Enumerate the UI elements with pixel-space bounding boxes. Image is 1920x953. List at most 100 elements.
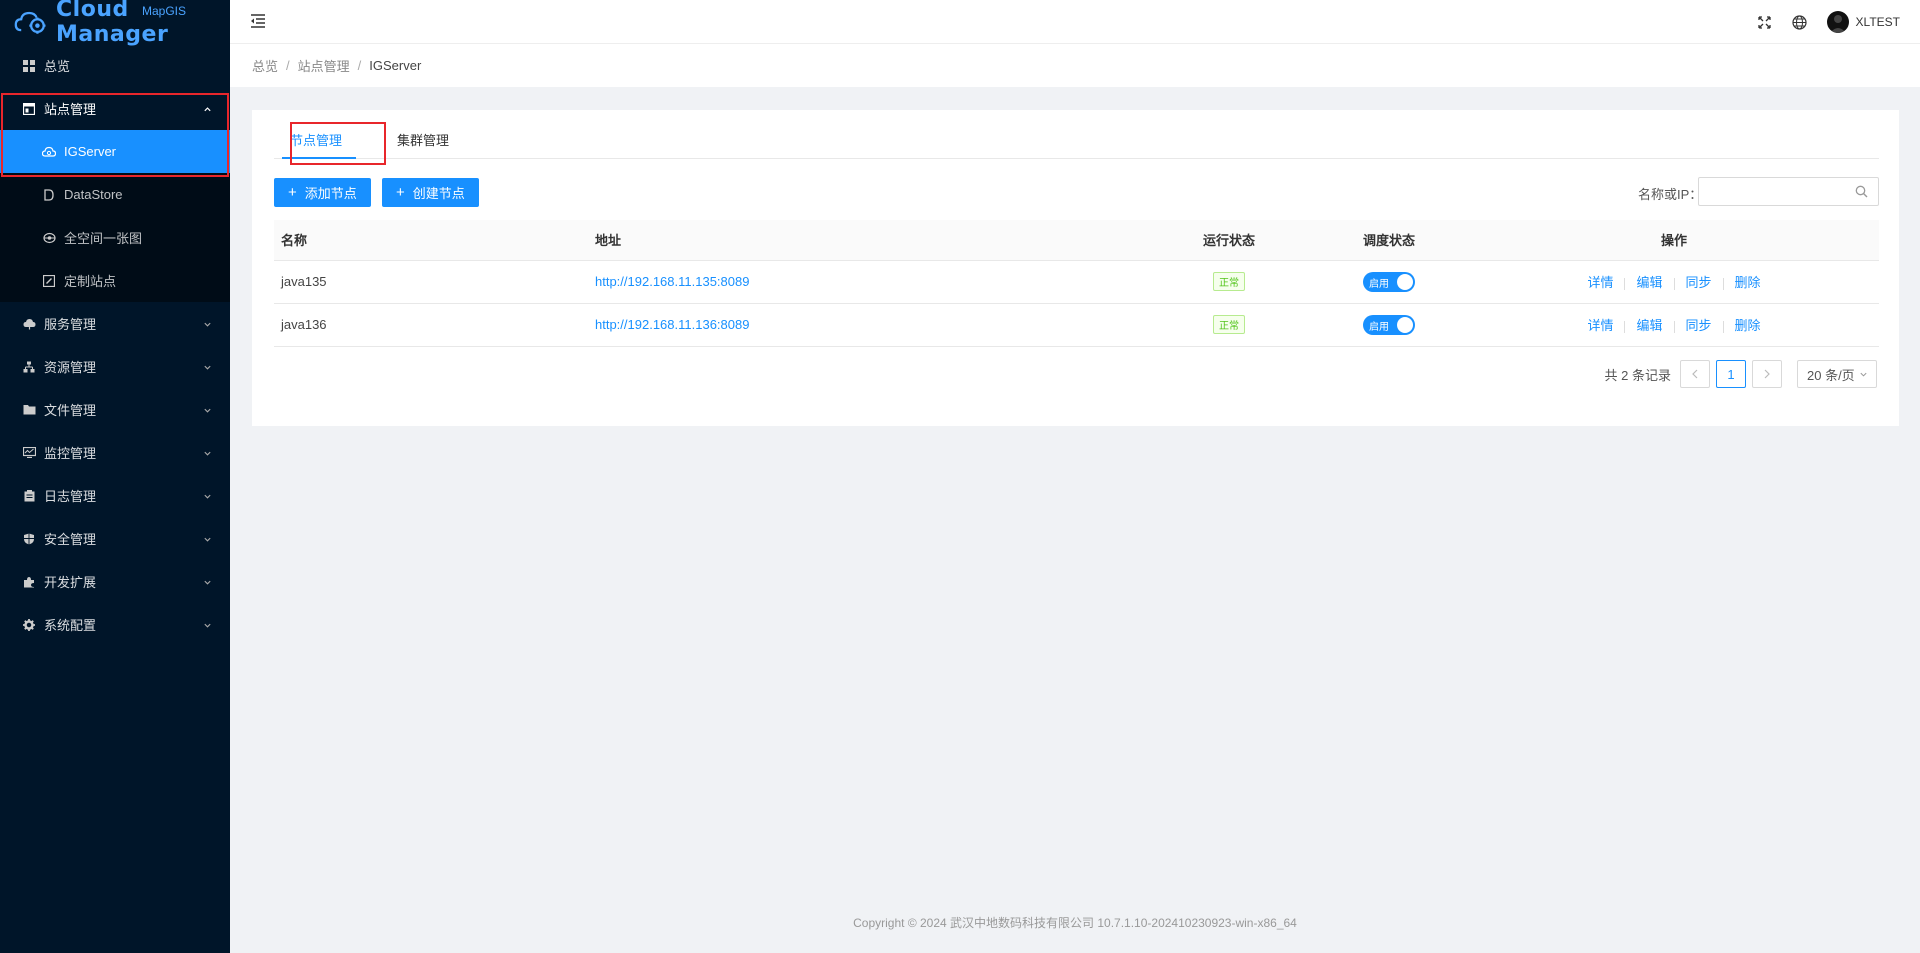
sidebar-item-resource-management[interactable]: 资源管理 [0, 345, 230, 388]
cloud-server-icon [42, 145, 56, 159]
sidebar-item-label: 资源管理 [44, 360, 97, 375]
chevron-down-icon [204, 365, 211, 370]
plus-icon: + [288, 184, 297, 201]
cell-name: java136 [274, 303, 595, 347]
action-divider [1624, 320, 1626, 333]
log-icon [22, 489, 36, 503]
shield-icon [22, 532, 36, 546]
action-divider [1673, 277, 1675, 290]
page-size-value: 20 条/页 [1807, 367, 1855, 383]
globe-icon [42, 231, 56, 245]
sidebar-item-system-config[interactable]: 系统配置 [0, 603, 230, 646]
detail-link[interactable]: 详情 [1587, 275, 1613, 290]
custom-site-icon [42, 274, 56, 288]
chevron-down-icon [204, 451, 211, 456]
page-number-button[interactable]: 1 [1716, 360, 1746, 388]
header-actions: XLTEST [1757, 0, 1900, 44]
sidebar-item-monitor-management[interactable]: 监控管理 [0, 431, 230, 474]
prev-page-button[interactable] [1680, 360, 1710, 388]
status-badge: 正常 [1213, 315, 1245, 334]
fullscreen-icon[interactable] [1757, 14, 1773, 30]
search-icon[interactable] [1855, 185, 1868, 198]
chevron-down-icon [204, 537, 211, 542]
add-node-button[interactable]: + 添加节点 [274, 178, 371, 207]
search-label: 名称或IP： [1638, 187, 1703, 202]
search-input[interactable] [1699, 178, 1849, 205]
datastore-icon [42, 188, 56, 202]
action-divider [1673, 320, 1675, 333]
sync-link[interactable]: 同步 [1686, 318, 1712, 333]
gear-icon [22, 618, 36, 632]
detail-link[interactable]: 详情 [1587, 318, 1613, 333]
menu-collapse-icon[interactable] [250, 14, 266, 28]
logo-brand: MapGIS [142, 4, 187, 18]
pagination: 共 2 条记录 1 20 条/页 [1605, 360, 1877, 388]
chevron-down-icon [204, 580, 211, 585]
toggle-label: 启用 [1369, 321, 1389, 333]
node-table: 名称 地址 运行状态 调度状态 操作 java135 http://192.16… [274, 220, 1879, 347]
create-node-button[interactable]: + 创建节点 [382, 178, 479, 207]
breadcrumb-item-overview[interactable]: 总览 [252, 56, 278, 75]
sidebar-item-datastore[interactable]: DataStore [0, 173, 230, 216]
schedule-toggle[interactable]: 启用 [1363, 271, 1415, 292]
breadcrumb-item-site-management[interactable]: 站点管理 [298, 56, 350, 75]
breadcrumb: 总览 / 站点管理 / IGServer [230, 44, 1920, 87]
column-header-run-status: 运行状态 [1149, 220, 1309, 261]
sidebar-item-custom-site[interactable]: 定制站点 [0, 259, 230, 302]
chevron-down-icon [204, 408, 211, 413]
sidebar-item-security-management[interactable]: 安全管理 [0, 517, 230, 560]
pagination-total: 共 2 条记录 [1604, 367, 1671, 383]
delete-link[interactable]: 删除 [1735, 318, 1761, 333]
username[interactable]: XLTEST [1856, 15, 1900, 29]
sidebar-item-log-management[interactable]: 日志管理 [0, 474, 230, 517]
page-size-select[interactable]: 20 条/页 [1797, 360, 1877, 388]
language-globe-icon[interactable] [1792, 14, 1808, 30]
tab-cluster-management[interactable]: 集群管理 [397, 130, 449, 149]
column-header-name: 名称 [274, 220, 595, 261]
chevron-down-icon [204, 494, 211, 499]
chevron-up-icon [204, 106, 211, 111]
next-page-button[interactable] [1752, 360, 1782, 388]
plus-icon: + [396, 184, 405, 201]
delete-link[interactable]: 删除 [1735, 275, 1761, 290]
sidebar-item-igserver[interactable]: IGServer [0, 130, 230, 173]
tab-bar: 节点管理 集群管理 [274, 110, 1879, 165]
resource-icon [22, 360, 36, 374]
edit-link[interactable]: 编辑 [1636, 275, 1662, 290]
table-header-row: 名称 地址 运行状态 调度状态 操作 [274, 220, 1879, 261]
table-row: java135 http://192.168.11.135:8089 正常 启用… [274, 260, 1879, 304]
cell-name: java135 [274, 260, 595, 304]
schedule-toggle[interactable]: 启用 [1363, 314, 1415, 335]
chevron-left-icon [1692, 369, 1698, 379]
address-link[interactable]: http://192.168.11.136:8089 [595, 317, 749, 332]
service-icon [22, 317, 36, 331]
column-header-actions: 操作 [1469, 220, 1879, 261]
sidebar-item-service-management[interactable]: 服务管理 [0, 302, 230, 345]
sidebar-item-label: 全空间一张图 [64, 231, 143, 246]
cloud-gear-icon [14, 11, 46, 34]
sidebar-item-one-map[interactable]: 全空间一张图 [0, 216, 230, 259]
sidebar-item-label: 日志管理 [44, 489, 97, 504]
create-node-label: 创建节点 [412, 186, 465, 201]
breadcrumb-separator: / [286, 58, 290, 73]
sidebar-item-label: 文件管理 [44, 403, 97, 418]
sidebar-item-site-management[interactable]: 站点管理 [0, 87, 230, 130]
sync-link[interactable]: 同步 [1686, 275, 1712, 290]
top-header: XLTEST [230, 0, 1920, 44]
edit-link[interactable]: 编辑 [1636, 318, 1662, 333]
sidebar-item-overview[interactable]: 总览 [0, 44, 230, 87]
chevron-down-icon [204, 623, 211, 628]
sidebar-item-file-management[interactable]: 文件管理 [0, 388, 230, 431]
sidebar-item-dev-extension[interactable]: 开发扩展 [0, 560, 230, 603]
chevron-down-icon [1860, 372, 1867, 377]
sidebar-item-label: 系统配置 [44, 618, 97, 633]
avatar[interactable] [1826, 11, 1849, 33]
tab-node-management[interactable]: 节点管理 [290, 130, 342, 149]
sidebar-item-label: 定制站点 [64, 274, 117, 289]
address-link[interactable]: http://192.168.11.135:8089 [595, 274, 749, 289]
sidebar-item-label: DataStore [64, 187, 123, 202]
toggle-knob [1397, 316, 1413, 333]
app-logo[interactable]: Cloud Manager MapGIS [0, 0, 230, 47]
sidebar-item-label: 总览 [44, 59, 71, 74]
action-divider [1722, 320, 1724, 333]
